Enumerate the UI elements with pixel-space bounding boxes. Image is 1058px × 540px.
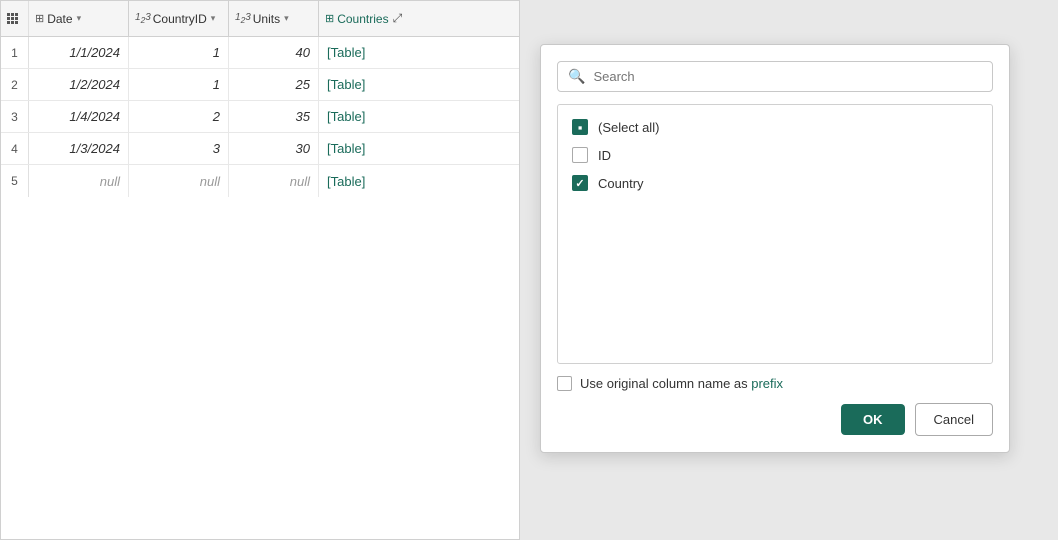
- cell-rownum-5: 5: [1, 165, 29, 197]
- cell-countries-2: [Table]: [319, 69, 419, 100]
- header-countryid[interactable]: 123 CountryID ▾: [129, 1, 229, 36]
- header-countries-label: Countries: [337, 12, 388, 26]
- cell-date-4: 1/3/2024: [29, 133, 129, 164]
- header-date-label: Date: [47, 12, 72, 26]
- cell-countries-4: [Table]: [319, 133, 419, 164]
- cell-date-2: 1/2/2024: [29, 69, 129, 100]
- cell-units-1: 40: [229, 37, 319, 68]
- prefix-highlight: prefix: [751, 376, 783, 391]
- cell-countries-3: [Table]: [319, 101, 419, 132]
- data-table: ⊞ Date ▾ 123 CountryID ▾ 123 Units ▾ ⊞ C…: [0, 0, 520, 540]
- cell-units-4: 30: [229, 133, 319, 164]
- cell-countryid-4: 3: [129, 133, 229, 164]
- cell-date-5: null: [29, 165, 129, 197]
- cancel-button[interactable]: Cancel: [915, 403, 993, 436]
- header-rownum: [1, 1, 29, 36]
- cell-units-5: null: [229, 165, 319, 197]
- country-checkbox[interactable]: [572, 175, 588, 191]
- cell-countryid-1: 1: [129, 37, 229, 68]
- expand-dialog: 🔍 (Select all) ID Country: [540, 44, 1010, 453]
- countries-icon: ⊞: [325, 12, 334, 25]
- cell-countryid-3: 2: [129, 101, 229, 132]
- cell-rownum-2: 2: [1, 69, 29, 100]
- countryid-dropdown-icon[interactable]: ▾: [211, 13, 216, 24]
- table-row: 4 1/3/2024 3 30 [Table]: [1, 133, 519, 165]
- cell-rownum-4: 4: [1, 133, 29, 164]
- country-label: Country: [598, 176, 644, 191]
- ok-button[interactable]: OK: [841, 404, 905, 435]
- table-row: 5 null null null [Table]: [1, 165, 519, 197]
- header-date[interactable]: ⊞ Date ▾: [29, 1, 129, 36]
- countryid-type-icon: 123: [135, 12, 151, 25]
- prefix-label: Use original column name as prefix: [580, 376, 783, 391]
- cell-countries-1: [Table]: [319, 37, 419, 68]
- header-units-label: Units: [253, 12, 280, 26]
- grid-icon: [7, 13, 18, 24]
- header-countries[interactable]: ⊞ Countries ⤢: [319, 1, 429, 36]
- header-units[interactable]: 123 Units ▾: [229, 1, 319, 36]
- country-item[interactable]: Country: [558, 169, 992, 197]
- table-row: 2 1/2/2024 1 25 [Table]: [1, 69, 519, 101]
- select-all-label: (Select all): [598, 120, 659, 135]
- units-dropdown-icon[interactable]: ▾: [284, 13, 289, 24]
- date-dropdown-icon[interactable]: ▾: [77, 13, 82, 24]
- cell-rownum-3: 3: [1, 101, 29, 132]
- cell-rownum-1: 1: [1, 37, 29, 68]
- select-all-item[interactable]: (Select all): [558, 113, 992, 141]
- cell-countryid-2: 1: [129, 69, 229, 100]
- dialog-footer: OK Cancel: [557, 403, 993, 436]
- search-input[interactable]: [593, 69, 982, 84]
- dialog-overlay: 🔍 (Select all) ID Country: [520, 0, 1058, 540]
- column-checkbox-list: (Select all) ID Country: [557, 104, 993, 364]
- cell-units-2: 25: [229, 69, 319, 100]
- table-body: 1 1/1/2024 1 40 [Table] 2 1/2/2024 1 25 …: [1, 37, 519, 539]
- expand-icon[interactable]: ⤢: [393, 11, 403, 26]
- select-all-checkbox[interactable]: [572, 119, 588, 135]
- search-bar[interactable]: 🔍: [557, 61, 993, 92]
- header-countryid-label: CountryID: [153, 12, 207, 26]
- id-checkbox[interactable]: [572, 147, 588, 163]
- cell-units-3: 35: [229, 101, 319, 132]
- cell-date-1: 1/1/2024: [29, 37, 129, 68]
- prefix-row[interactable]: Use original column name as prefix: [557, 376, 993, 391]
- cell-date-3: 1/4/2024: [29, 101, 129, 132]
- id-item[interactable]: ID: [558, 141, 992, 169]
- calendar-icon: ⊞: [35, 12, 44, 25]
- table-row: 3 1/4/2024 2 35 [Table]: [1, 101, 519, 133]
- prefix-checkbox[interactable]: [557, 376, 572, 391]
- table-row: 1 1/1/2024 1 40 [Table]: [1, 37, 519, 69]
- table-header: ⊞ Date ▾ 123 CountryID ▾ 123 Units ▾ ⊞ C…: [1, 1, 519, 37]
- cell-countries-5: [Table]: [319, 165, 419, 197]
- units-type-icon: 123: [235, 12, 251, 25]
- id-label: ID: [598, 148, 611, 163]
- cell-countryid-5: null: [129, 165, 229, 197]
- search-icon: 🔍: [568, 68, 585, 85]
